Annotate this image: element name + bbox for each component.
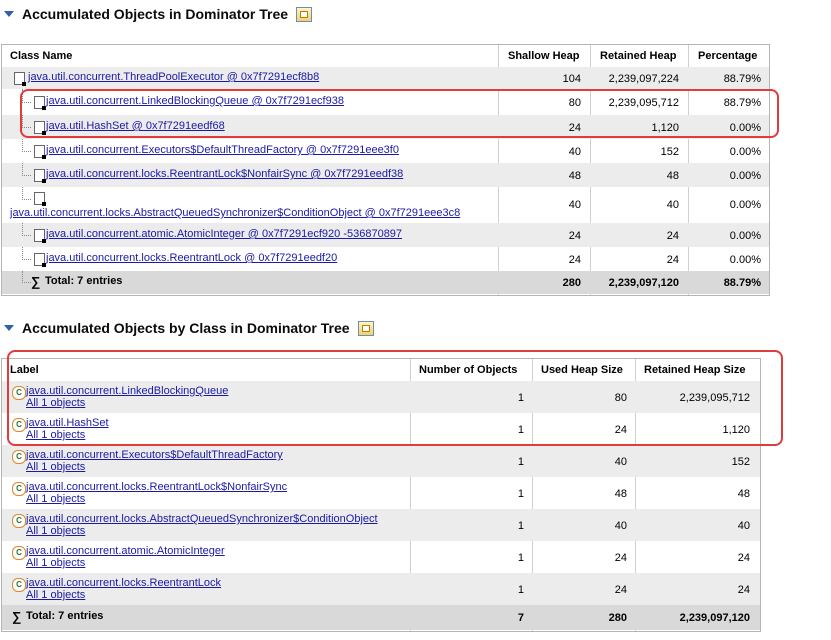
row-used: 40 bbox=[614, 456, 627, 468]
row-label[interactable]: java.util.concurrent.atomic.AtomicIntege… bbox=[26, 545, 225, 557]
col-retained-heap[interactable]: Retained Heap bbox=[600, 50, 676, 62]
export-icon[interactable] bbox=[296, 6, 313, 22]
row-retained: 48 bbox=[737, 488, 750, 500]
total-retained: 2,239,097,120 bbox=[608, 277, 679, 289]
row-retained: 24 bbox=[737, 584, 750, 596]
object-file-icon bbox=[34, 253, 46, 267]
triangle-down-icon[interactable] bbox=[4, 11, 14, 17]
total-label: Total: 7 entries bbox=[45, 275, 123, 287]
highlight-box bbox=[20, 89, 779, 138]
row-used: 24 bbox=[614, 584, 627, 596]
triangle-down-icon[interactable] bbox=[4, 325, 14, 331]
object-file-icon bbox=[14, 72, 26, 86]
sigma-icon: ∑ bbox=[31, 274, 41, 289]
class-icon: C bbox=[12, 514, 26, 528]
row-shallow: 40 bbox=[568, 199, 581, 211]
col-class-name[interactable]: Class Name bbox=[10, 50, 72, 62]
row-retained: 40 bbox=[737, 520, 750, 532]
row-retained: 40 bbox=[666, 199, 679, 211]
class-icon: C bbox=[12, 546, 26, 560]
row-percentage: 0.00% bbox=[729, 170, 761, 182]
row-label[interactable]: java.util.concurrent.Executors$DefaultTh… bbox=[26, 449, 283, 461]
highlight-box bbox=[7, 350, 783, 446]
row-shallow: 24 bbox=[568, 254, 581, 266]
table-header: Class Name Shallow Heap Retained Heap Pe… bbox=[2, 45, 769, 67]
row-count: 1 bbox=[517, 488, 524, 500]
col-percentage[interactable]: Percentage bbox=[698, 50, 757, 62]
row-sublabel[interactable]: All 1 objects bbox=[26, 525, 85, 537]
section2-title: Accumulated Objects by Class in Dominato… bbox=[22, 320, 350, 336]
row-shallow: 40 bbox=[568, 146, 581, 158]
total-percentage: 88.79% bbox=[723, 277, 761, 289]
total-retained: 2,239,097,120 bbox=[679, 612, 750, 624]
row-name[interactable]: java.util.concurrent.Executors$DefaultTh… bbox=[46, 144, 399, 156]
class-icon: C bbox=[12, 578, 26, 592]
class-icon: C bbox=[12, 482, 26, 496]
class-icon: C bbox=[12, 450, 26, 464]
row-count: 1 bbox=[517, 584, 524, 596]
row-retained: 48 bbox=[666, 170, 679, 182]
total-row: ∑ Total: 7 entries 7 280 2,239,097,120 bbox=[2, 605, 760, 630]
section1-title: Accumulated Objects in Dominator Tree bbox=[22, 6, 289, 22]
row-count: 1 bbox=[517, 520, 524, 532]
row-retained: 2,239,097,224 bbox=[608, 73, 679, 85]
row-percentage: 0.00% bbox=[729, 146, 761, 158]
row-retained: 24 bbox=[666, 254, 679, 266]
row-percentage: 0.00% bbox=[729, 254, 761, 266]
total-label: Total: 7 entries bbox=[26, 610, 104, 622]
row-used: 24 bbox=[614, 552, 627, 564]
section2-header[interactable]: Accumulated Objects by Class in Dominato… bbox=[4, 320, 374, 336]
table-row[interactable]: C java.util.concurrent.Executors$Default… bbox=[2, 445, 760, 477]
sigma-icon: ∑ bbox=[12, 609, 22, 624]
table-row[interactable]: java.util.concurrent.ThreadPoolExecutor … bbox=[2, 67, 769, 89]
table-row[interactable]: C java.util.concurrent.locks.ReentrantLo… bbox=[2, 573, 760, 605]
row-name[interactable]: java.util.concurrent.locks.ReentrantLock… bbox=[46, 252, 337, 264]
row-percentage: 88.79% bbox=[723, 73, 761, 85]
row-shallow: 24 bbox=[568, 230, 581, 242]
object-file-icon bbox=[34, 169, 46, 183]
row-name[interactable]: java.util.concurrent.locks.AbstractQueue… bbox=[10, 207, 460, 219]
object-file-icon bbox=[34, 192, 46, 206]
table-row[interactable]: C java.util.concurrent.locks.ReentrantLo… bbox=[2, 477, 760, 509]
total-count: 7 bbox=[517, 612, 524, 624]
row-name[interactable]: java.util.concurrent.ThreadPoolExecutor … bbox=[28, 71, 319, 83]
table-row[interactable]: java.util.concurrent.locks.AbstractQueue… bbox=[2, 187, 769, 223]
total-used: 280 bbox=[608, 612, 627, 624]
row-name[interactable]: java.util.concurrent.locks.ReentrantLock… bbox=[46, 168, 403, 180]
row-shallow: 48 bbox=[568, 170, 581, 182]
row-sublabel[interactable]: All 1 objects bbox=[26, 557, 85, 569]
object-file-icon bbox=[34, 229, 46, 243]
row-percentage: 0.00% bbox=[729, 199, 761, 211]
col-shallow-heap[interactable]: Shallow Heap bbox=[508, 50, 580, 62]
table-row[interactable]: C java.util.concurrent.atomic.AtomicInte… bbox=[2, 541, 760, 573]
row-retained: 24 bbox=[737, 552, 750, 564]
row-retained: 152 bbox=[660, 146, 679, 158]
row-used: 48 bbox=[614, 488, 627, 500]
row-used: 40 bbox=[614, 520, 627, 532]
table-row[interactable]: java.util.concurrent.atomic.AtomicIntege… bbox=[2, 223, 769, 247]
table-row[interactable]: java.util.concurrent.locks.ReentrantLock… bbox=[2, 163, 769, 187]
row-shallow: 104 bbox=[562, 73, 581, 85]
row-retained: 24 bbox=[666, 230, 679, 242]
row-percentage: 0.00% bbox=[729, 230, 761, 242]
table-row[interactable]: C java.util.concurrent.locks.AbstractQue… bbox=[2, 509, 760, 541]
row-label[interactable]: java.util.concurrent.locks.ReentrantLock bbox=[26, 577, 221, 589]
row-sublabel[interactable]: All 1 objects bbox=[26, 461, 85, 473]
section1-header[interactable]: Accumulated Objects in Dominator Tree bbox=[4, 6, 313, 22]
row-retained: 152 bbox=[731, 456, 750, 468]
row-label[interactable]: java.util.concurrent.locks.ReentrantLock… bbox=[26, 481, 287, 493]
row-sublabel[interactable]: All 1 objects bbox=[26, 589, 85, 601]
dominator-tree-table: Class Name Shallow Heap Retained Heap Pe… bbox=[1, 44, 770, 296]
row-sublabel[interactable]: All 1 objects bbox=[26, 493, 85, 505]
table-row[interactable]: java.util.concurrent.locks.ReentrantLock… bbox=[2, 247, 769, 271]
table-row[interactable]: java.util.concurrent.Executors$DefaultTh… bbox=[2, 139, 769, 163]
export-icon[interactable] bbox=[357, 320, 374, 336]
object-file-icon bbox=[34, 145, 46, 159]
total-row: ∑ Total: 7 entries 280 2,239,097,120 88.… bbox=[2, 271, 769, 294]
row-count: 1 bbox=[517, 552, 524, 564]
total-shallow: 280 bbox=[562, 277, 581, 289]
row-count: 1 bbox=[517, 456, 524, 468]
row-label[interactable]: java.util.concurrent.locks.AbstractQueue… bbox=[26, 513, 378, 525]
row-name[interactable]: java.util.concurrent.atomic.AtomicIntege… bbox=[46, 228, 402, 240]
